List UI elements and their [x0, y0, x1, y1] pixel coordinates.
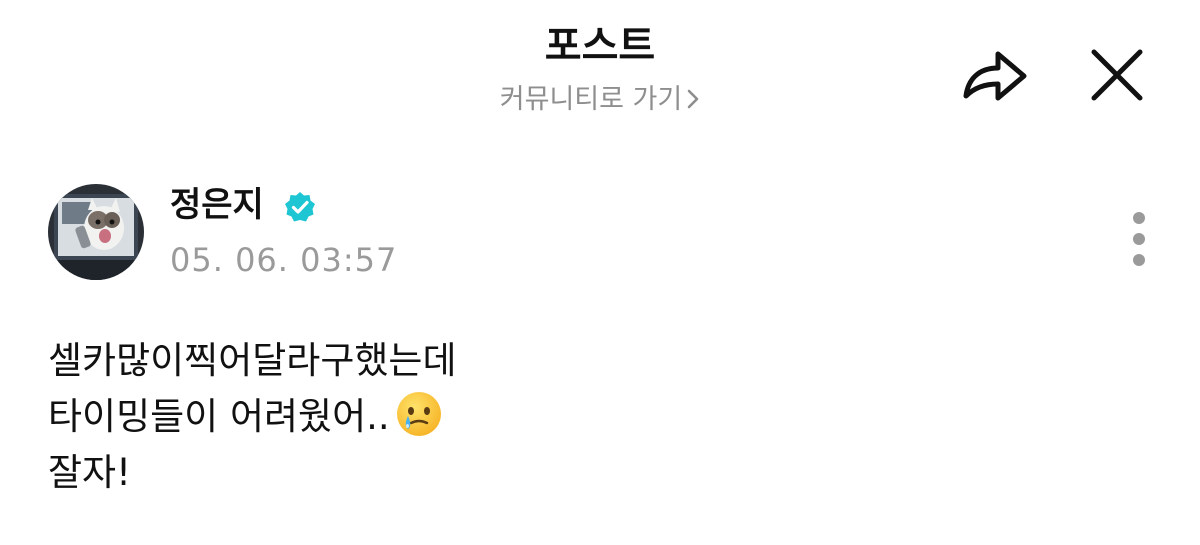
more-options-button[interactable]: [1118, 206, 1160, 272]
post-line-text: 타이밍들이 어려웠어..: [48, 395, 390, 438]
more-vertical-icon: [1133, 212, 1145, 266]
close-button[interactable]: [1082, 40, 1152, 110]
top-bar: 포스트 커뮤니티로 가기: [0, 0, 1200, 140]
post-line: 셀카많이찍어달라구했는데: [48, 339, 457, 382]
avatar-image: [48, 184, 144, 280]
author-name[interactable]: 정은지: [170, 182, 264, 228]
community-link-label: 커뮤니티로 가기: [499, 84, 683, 115]
share-arrow-icon: [963, 51, 1027, 101]
avatar[interactable]: [48, 184, 144, 280]
chevron-right-icon: [686, 83, 700, 123]
verified-badge-icon: [283, 190, 317, 224]
share-button[interactable]: [958, 44, 1032, 106]
post-line: 잘자!: [48, 451, 131, 494]
post-timestamp: 05. 06. 03:57: [170, 241, 398, 279]
post-line-with-emoji: 타이밍들이 어려웠어..: [48, 389, 1148, 445]
close-icon: [1091, 49, 1143, 101]
face-holding-back-tears-emoji: [396, 392, 441, 436]
post-content: 셀카많이찍어달라구했는데 타이밍들이 어려웠어.. 잘자!: [48, 333, 1148, 501]
